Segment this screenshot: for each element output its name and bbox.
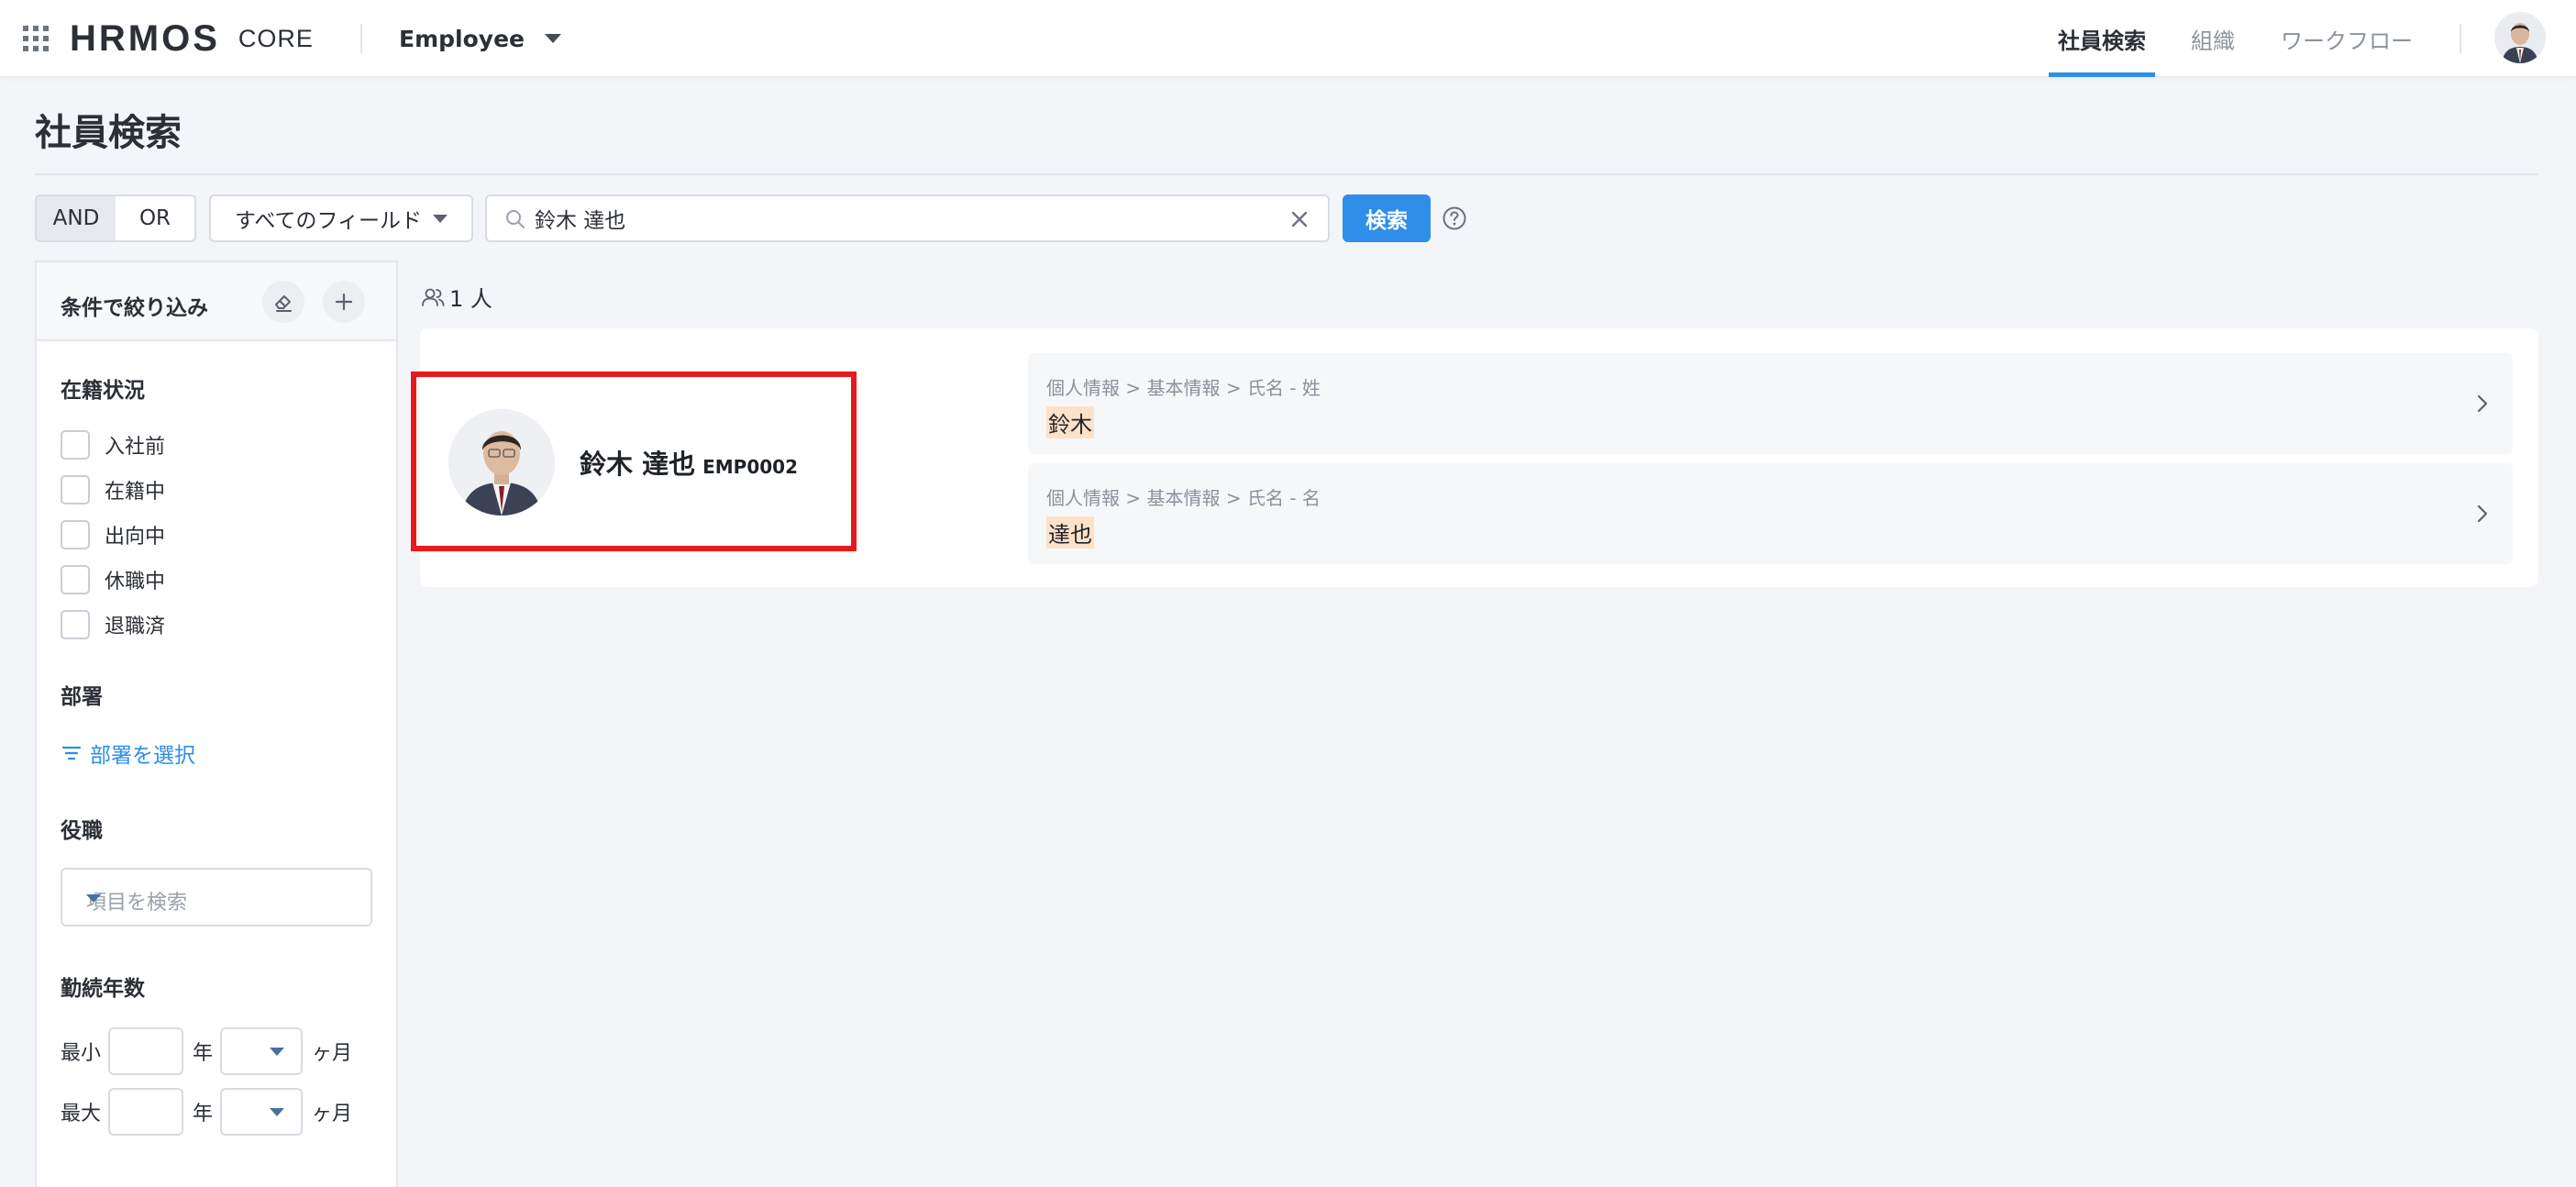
header-divider bbox=[360, 24, 362, 53]
user-avatar[interactable] bbox=[2494, 12, 2546, 63]
status-heading: 在籍状況 bbox=[61, 379, 145, 403]
chevron-down-icon bbox=[544, 34, 561, 43]
clear-filters-button[interactable] bbox=[262, 281, 304, 323]
year-unit: 年 bbox=[193, 1103, 214, 1126]
filter-header: 条件で絞り込み bbox=[37, 262, 396, 341]
select-department-link[interactable]: 部署を選択 bbox=[61, 738, 195, 769]
logo-sub: CORE bbox=[238, 24, 314, 52]
chevron-right-icon bbox=[2477, 505, 2488, 523]
position-placeholder: 項目を検索 bbox=[86, 892, 188, 915]
nav-label: 社員検索 bbox=[2058, 28, 2146, 54]
checkbox-label: 退職済 bbox=[105, 616, 166, 638]
and-button[interactable]: AND bbox=[37, 196, 116, 240]
top-bar: HRMOS CORE Employee 社員検索 組織 ワークフロー bbox=[0, 0, 2576, 77]
search-icon bbox=[506, 210, 525, 228]
tenure-max-years-input[interactable] bbox=[108, 1088, 183, 1136]
tenure-min-months-select[interactable] bbox=[220, 1027, 304, 1075]
checkbox[interactable] bbox=[61, 610, 90, 639]
checkbox[interactable] bbox=[61, 430, 90, 460]
status-checkbox-row[interactable]: 出向中 bbox=[61, 519, 165, 550]
hrmos-logo[interactable]: HRMOS CORE bbox=[70, 15, 314, 62]
match-value: 鈴木 bbox=[1046, 406, 1094, 438]
checkbox[interactable] bbox=[61, 565, 90, 594]
tenure-min-row: 最小 年 ヶ月 bbox=[61, 1027, 352, 1075]
status-checkbox-row[interactable]: 在籍中 bbox=[61, 474, 165, 505]
nav-organization[interactable]: 組織 bbox=[2190, 0, 2236, 77]
match-path: 個人情報 > 基本情報 > 氏名 - 姓 bbox=[1046, 377, 1321, 399]
employee-name-block: 鈴木 達也 EMP0002 bbox=[580, 443, 798, 482]
search-input[interactable] bbox=[535, 196, 1268, 240]
tenure-max-row: 最大 年 ヶ月 bbox=[61, 1088, 352, 1136]
tenure-max-months-select[interactable] bbox=[220, 1088, 304, 1136]
chevron-down-icon bbox=[270, 1048, 285, 1056]
eraser-icon bbox=[275, 295, 292, 312]
search-box bbox=[485, 194, 1330, 242]
nav-workflow[interactable]: ワークフロー bbox=[2281, 0, 2413, 77]
match-path: 個人情報 > 基本情報 > 氏名 - 名 bbox=[1046, 487, 1321, 509]
tenure-min-label: 最小 bbox=[61, 1042, 102, 1065]
position-select[interactable]: 項目を検索 bbox=[61, 868, 372, 926]
employee-result[interactable]: 鈴木 達也 EMP0002 bbox=[411, 372, 857, 551]
filter-sidebar: 条件で絞り込み 在籍状況 入社前 在籍中 出向中 休職中 退職済 部署 部署を選… bbox=[35, 261, 398, 1187]
field-scope-select[interactable]: すべてのフィールド bbox=[209, 194, 473, 242]
page-title: 社員検索 bbox=[35, 112, 182, 154]
checkbox[interactable] bbox=[61, 475, 90, 505]
checkbox-label: 休職中 bbox=[105, 571, 166, 594]
tenure-max-label: 最大 bbox=[61, 1103, 102, 1126]
tenure-min-years-input[interactable] bbox=[108, 1027, 183, 1075]
month-unit: ヶ月 bbox=[312, 1103, 353, 1126]
users-icon bbox=[422, 288, 445, 306]
match-row-last-name[interactable]: 個人情報 > 基本情報 > 氏名 - 姓 鈴木 bbox=[1028, 353, 2513, 454]
match-value: 達也 bbox=[1046, 516, 1094, 549]
chevron-down-icon bbox=[433, 215, 448, 223]
employee-name: 鈴木 達也 bbox=[580, 449, 696, 480]
status-checkbox-row[interactable]: 休職中 bbox=[61, 564, 165, 595]
checkbox-label: 入社前 bbox=[105, 436, 166, 459]
chevron-down-icon bbox=[270, 1108, 285, 1116]
checkbox-label: 出向中 bbox=[105, 526, 166, 549]
status-checkbox-row[interactable]: 退職済 bbox=[61, 609, 165, 640]
close-icon[interactable] bbox=[1288, 207, 1311, 231]
year-unit: 年 bbox=[193, 1042, 214, 1065]
or-button[interactable]: OR bbox=[116, 196, 194, 240]
filter-icon bbox=[61, 746, 82, 760]
department-heading: 部署 bbox=[61, 685, 103, 709]
month-unit: ヶ月 bbox=[312, 1042, 353, 1065]
result-count: 1 人 bbox=[420, 281, 492, 313]
match-row-first-name[interactable]: 個人情報 > 基本情報 > 氏名 - 名 達也 bbox=[1028, 463, 2513, 564]
checkbox-label: 在籍中 bbox=[105, 481, 166, 504]
result-count-text: 1 人 bbox=[449, 286, 492, 312]
help-icon[interactable] bbox=[1442, 205, 1467, 231]
search-button[interactable]: 検索 bbox=[1343, 194, 1431, 242]
app-switcher-label: Employee bbox=[399, 25, 525, 52]
add-filter-button[interactable] bbox=[323, 281, 365, 323]
tenure-heading: 勤続年数 bbox=[61, 977, 145, 1001]
nav-employee-search[interactable]: 社員検索 bbox=[2049, 0, 2155, 77]
employee-id: EMP0002 bbox=[702, 456, 798, 478]
select-department-label: 部署を選択 bbox=[90, 744, 195, 768]
chevron-down-icon bbox=[86, 894, 101, 903]
and-or-toggle: AND OR bbox=[35, 194, 196, 242]
status-checkbox-row[interactable]: 入社前 bbox=[61, 429, 165, 460]
header-divider bbox=[2460, 24, 2461, 53]
nav-label: 組織 bbox=[2191, 28, 2235, 54]
app-switcher[interactable]: Employee bbox=[399, 18, 561, 59]
field-scope-value: すべてのフィールド bbox=[235, 209, 423, 233]
logo-mark: HRMOS bbox=[70, 17, 220, 59]
position-heading: 役職 bbox=[61, 819, 103, 843]
app-grid-icon[interactable] bbox=[20, 23, 51, 54]
title-divider bbox=[35, 173, 2538, 175]
plus-icon bbox=[335, 293, 353, 311]
nav-label: ワークフロー bbox=[2281, 28, 2413, 54]
filter-title: 条件で絞り込み bbox=[61, 296, 208, 320]
checkbox[interactable] bbox=[61, 520, 90, 549]
chevron-right-icon bbox=[2477, 394, 2488, 413]
employee-avatar bbox=[448, 409, 555, 516]
